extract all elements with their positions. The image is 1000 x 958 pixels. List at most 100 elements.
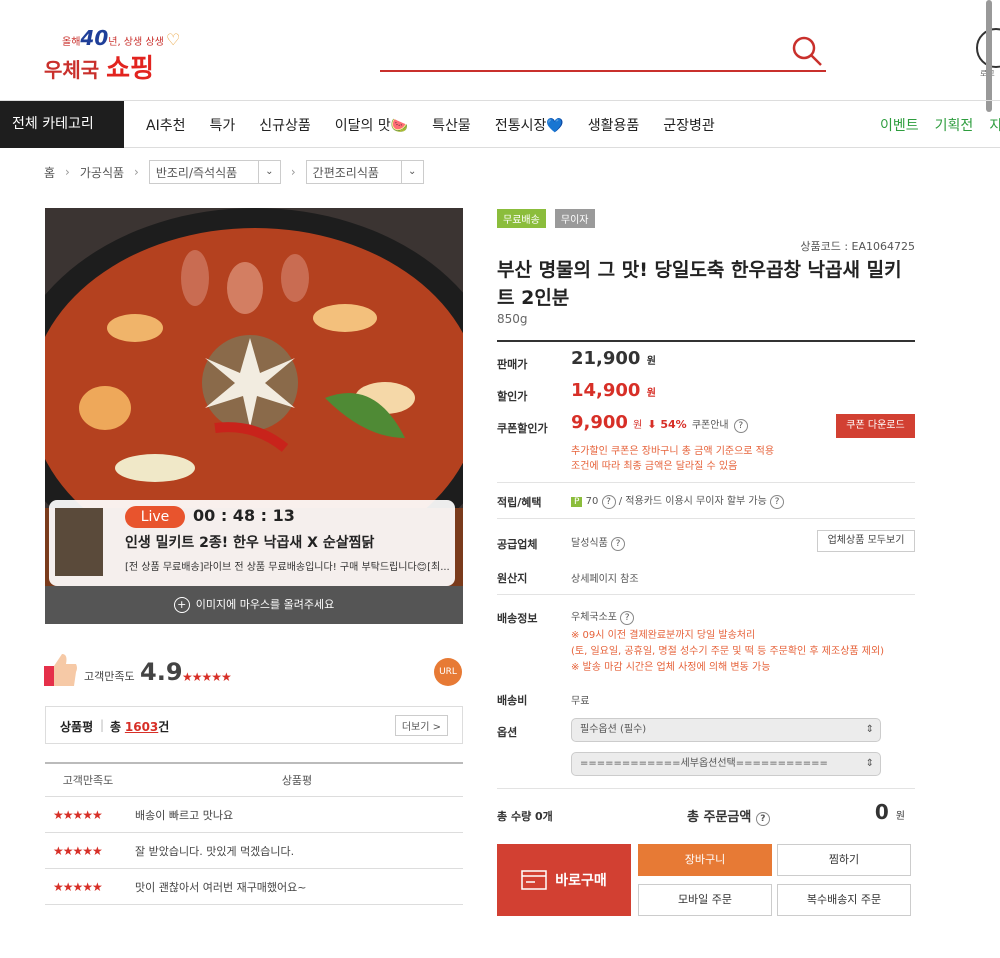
coupon-info-link[interactable]: 쿠폰안내 bbox=[692, 420, 729, 431]
ship-label: 배송정보 bbox=[497, 612, 538, 625]
review-total-label: 총 bbox=[110, 720, 122, 734]
nav-item-event[interactable]: 이벤트 bbox=[880, 115, 919, 135]
multi-address-order-button[interactable]: 복수배송지 주문 bbox=[777, 884, 911, 916]
ship-method: 우체국소포 bbox=[571, 612, 617, 623]
nav-item-market[interactable]: 전통시장💙 bbox=[495, 115, 564, 135]
plus-circle-icon: + bbox=[173, 597, 190, 613]
nav-item-local[interactable]: 특산물 bbox=[432, 115, 471, 135]
option-select-detail[interactable]: ============세부옵션선택=========== ⇕ bbox=[571, 752, 881, 776]
scrollbar[interactable] bbox=[986, 0, 992, 112]
divider bbox=[497, 340, 915, 342]
table-row[interactable]: ★★★★★ 맛이 괜찮아서 여러번 재구매했어요~ bbox=[45, 869, 463, 905]
card-benefit: 적용카드 이용시 무이자 할부 가능 bbox=[625, 496, 767, 507]
nav-item-monthly[interactable]: 이달의 맛🍉 bbox=[335, 115, 408, 135]
col-review: 상품평 bbox=[281, 774, 313, 787]
table-row[interactable]: ★★★★★ 잘 받았습니다. 맛있게 먹겠습니다. bbox=[45, 833, 463, 869]
seller-row: 달성식품 ? bbox=[571, 534, 625, 551]
nav-item-ai[interactable]: AI추천 bbox=[146, 115, 185, 135]
logo-anniversary: 올해40년, 상생 상생 bbox=[62, 26, 164, 50]
product-code: 상품코드 : EA1064725 bbox=[800, 240, 915, 253]
sale-label: 할인가 bbox=[497, 390, 528, 403]
site-logo[interactable]: 올해40년, 상생 상생 우체국 쇼핑 ♡ bbox=[44, 26, 184, 84]
live-banner[interactable]: Live 00 : 48 : 13 인생 밀키트 2종! 한우 낙곱새 X 순살… bbox=[49, 500, 455, 586]
search-icon[interactable] bbox=[790, 34, 824, 68]
breadcrumb-select-level2[interactable]: 반조리/즉석식품 ⌄ bbox=[148, 160, 281, 184]
search-input[interactable] bbox=[380, 70, 826, 72]
rating-label: 고객만족도 bbox=[84, 670, 135, 683]
sale-number: 14,900 bbox=[571, 380, 641, 401]
coupon-download-button[interactable]: 쿠폰 다운로드 bbox=[836, 414, 915, 438]
total-amount-label: 총 주문금액 bbox=[687, 810, 752, 825]
table-row[interactable]: ★★★★★ 배송이 빠르고 맛나요 bbox=[45, 797, 463, 833]
help-icon[interactable]: ? bbox=[620, 611, 635, 625]
ship-note-2: (토, 일요일, 공휴일, 명절 성수기 주문 및 떡 등 주문확인 후 제조상… bbox=[571, 646, 885, 657]
option-2-value: ============세부옵션선택=========== bbox=[580, 758, 828, 769]
nav-item-exhibition[interactable]: 기획전 bbox=[935, 115, 974, 135]
divider bbox=[497, 788, 915, 789]
point-value: 70 bbox=[585, 496, 599, 507]
logo-anniv-suffix: 년, 상생 상생 bbox=[108, 37, 164, 48]
point-label: 적립/혜택 bbox=[497, 496, 542, 509]
row-text: 배송이 빠르고 맛나요 bbox=[135, 808, 234, 822]
live-title: 인생 밀키트 2종! 한우 낙곱새 X 순살찜닭 bbox=[125, 535, 375, 551]
option-select-required[interactable]: 필수옵션 (필수) ⇕ bbox=[571, 718, 881, 742]
sale-won: 원 bbox=[646, 388, 656, 399]
tag-no-interest: 무이자 bbox=[554, 209, 595, 228]
total-qty: 총 수량 0개 bbox=[497, 810, 553, 823]
row-stars: ★★★★★ bbox=[53, 843, 103, 858]
review-summary-bar: 상품평 | 총 1603건 더보기 > bbox=[45, 706, 463, 744]
breadcrumb-level3: 간편조리식품 bbox=[312, 165, 379, 180]
nav-item-living[interactable]: 생활용품 bbox=[588, 115, 640, 135]
coupon-price: 9,900 bbox=[571, 412, 628, 433]
mobile-order-button[interactable]: 모바일 주문 bbox=[638, 884, 772, 916]
product-weight: 850g bbox=[497, 312, 528, 326]
review-count-suffix: 건 bbox=[158, 720, 170, 734]
nav-item-new[interactable]: 신규상품 bbox=[259, 115, 311, 135]
breadcrumb-select-level3[interactable]: 간편조리식품 ⌄ bbox=[305, 160, 424, 184]
point-slash: / bbox=[618, 496, 623, 507]
live-description: [전 상품 무료배송]라이브 전 상품 무료배송입니다! 구매 부탁드립니다😊[… bbox=[125, 562, 449, 573]
thumbs-up-icon bbox=[44, 654, 77, 686]
option-1-value: 필수옵션 (필수) bbox=[580, 724, 647, 735]
help-icon[interactable]: ? bbox=[733, 419, 748, 433]
rating-score: 4.9 bbox=[140, 658, 183, 686]
seller-name[interactable]: 달성식품 bbox=[571, 538, 608, 549]
main-nav: 전체 카테고리 AI추천 특가 신규상품 이달의 맛🍉 특산물 전통시장💙 생활… bbox=[0, 100, 1000, 148]
fee-label: 배송비 bbox=[497, 694, 528, 707]
help-icon[interactable]: ? bbox=[755, 812, 770, 826]
breadcrumb-level1[interactable]: 가공식품 bbox=[80, 164, 124, 181]
review-table-header: 고객만족도 상품평 bbox=[45, 762, 463, 797]
help-icon[interactable]: ? bbox=[770, 495, 784, 509]
breadcrumb: 홈 › 가공식품 › 반조리/즉석식품 ⌄ › 간편조리식품 ⌄ bbox=[44, 160, 424, 184]
chevron-down-icon: ⌄ bbox=[400, 161, 423, 183]
review-more-button[interactable]: 더보기 > bbox=[394, 715, 448, 736]
live-badge: Live bbox=[125, 506, 185, 528]
option-label: 옵션 bbox=[497, 726, 518, 739]
origin-label: 원산지 bbox=[497, 572, 528, 585]
live-countdown: 00 : 48 : 13 bbox=[193, 506, 295, 525]
origin-value: 상세페이지 참조 bbox=[571, 574, 639, 585]
help-icon[interactable]: ? bbox=[611, 537, 625, 551]
row-text: 맛이 괜찮아서 여러번 재구매했어요~ bbox=[135, 880, 307, 894]
breadcrumb-home[interactable]: 홈 bbox=[44, 164, 55, 181]
sale-price: 14,900 원 bbox=[571, 380, 656, 401]
product-image[interactable]: Live 00 : 48 : 13 인생 밀키트 2종! 한우 낙곱새 X 순살… bbox=[45, 208, 463, 624]
nav-item-region[interactable]: 지역 bbox=[989, 115, 1000, 135]
fee-value: 무료 bbox=[571, 696, 590, 707]
all-category-button[interactable]: 전체 카테고리 bbox=[0, 101, 124, 148]
help-icon[interactable]: ? bbox=[601, 495, 616, 509]
coupon-label: 쿠폰할인가 bbox=[497, 422, 548, 435]
url-share-button[interactable]: URL bbox=[434, 658, 462, 686]
price-value: 21,900 원 bbox=[571, 348, 656, 369]
seller-all-button[interactable]: 업체상품 모두보기 bbox=[817, 530, 915, 552]
point-icon: P bbox=[571, 497, 583, 507]
wish-button[interactable]: 찜하기 bbox=[777, 844, 911, 876]
row-text: 잘 받았습니다. 맛있게 먹겠습니다. bbox=[135, 844, 295, 858]
nav-item-military[interactable]: 군장병관 bbox=[663, 115, 715, 135]
card-icon bbox=[521, 870, 547, 890]
buy-now-button[interactable]: 바로구매 bbox=[497, 844, 631, 916]
cart-button[interactable]: 장바구니 bbox=[638, 844, 772, 876]
product-tags: 무료배송 무이자 bbox=[497, 208, 599, 228]
nav-item-special[interactable]: 특가 bbox=[209, 115, 235, 135]
chevron-updown-icon: ⇕ bbox=[865, 724, 874, 735]
